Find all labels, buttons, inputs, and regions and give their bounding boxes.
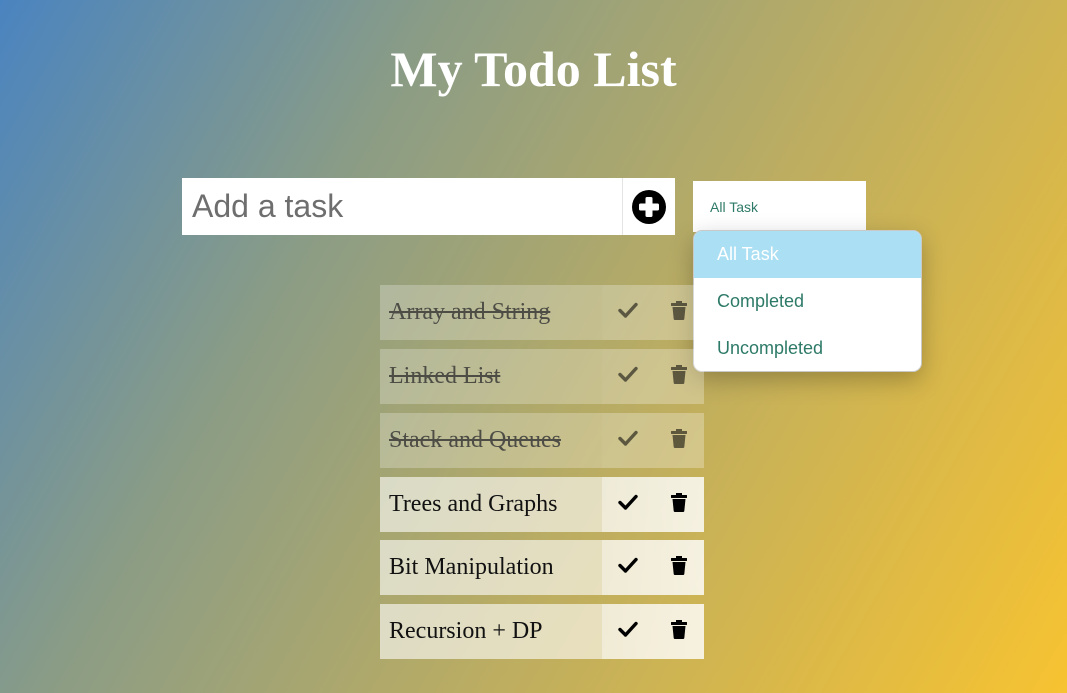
todo-item: Bit Manipulation	[380, 540, 704, 595]
trash-icon	[670, 300, 687, 325]
trash-icon	[670, 619, 687, 644]
todo-text: Stack and Queues	[380, 413, 602, 468]
trash-icon	[670, 364, 687, 389]
todo-text: Linked List	[380, 349, 602, 404]
trash-icon	[670, 428, 687, 453]
check-icon	[617, 302, 638, 323]
todo-text: Bit Manipulation	[380, 540, 602, 595]
filter-dropdown: All Task Completed Uncompleted	[693, 230, 922, 372]
todo-text: Trees and Graphs	[380, 477, 602, 532]
complete-button[interactable]	[602, 604, 653, 659]
delete-button[interactable]	[653, 285, 704, 340]
add-task-button[interactable]	[622, 178, 675, 235]
todo-item: Stack and Queues	[380, 413, 704, 468]
filter-select[interactable]: All Task	[693, 181, 866, 232]
todo-item: Recursion + DP	[380, 604, 704, 659]
complete-button[interactable]	[602, 540, 653, 595]
trash-icon	[670, 555, 687, 580]
todo-text: Recursion + DP	[380, 604, 602, 659]
todo-item: Linked List	[380, 349, 704, 404]
delete-button[interactable]	[653, 477, 704, 532]
check-icon	[617, 494, 638, 515]
todo-item: Array and String	[380, 285, 704, 340]
check-icon	[617, 366, 638, 387]
delete-button[interactable]	[653, 540, 704, 595]
complete-button[interactable]	[602, 477, 653, 532]
check-icon	[617, 621, 638, 642]
page-title: My Todo List	[390, 41, 677, 97]
delete-button[interactable]	[653, 349, 704, 404]
complete-button[interactable]	[602, 349, 653, 404]
check-icon	[617, 557, 638, 578]
filter-option-all-task[interactable]: All Task	[694, 231, 921, 278]
complete-button[interactable]	[602, 285, 653, 340]
filter-option-uncompleted[interactable]: Uncompleted	[694, 325, 921, 371]
complete-button[interactable]	[602, 413, 653, 468]
add-task-input[interactable]	[182, 178, 622, 235]
check-icon	[617, 430, 638, 451]
filter-option-completed[interactable]: Completed	[694, 278, 921, 325]
delete-button[interactable]	[653, 604, 704, 659]
trash-icon	[670, 492, 687, 517]
todo-item: Trees and Graphs	[380, 477, 704, 532]
plus-circle-icon	[631, 189, 667, 225]
todo-text: Array and String	[380, 285, 602, 340]
delete-button[interactable]	[653, 413, 704, 468]
